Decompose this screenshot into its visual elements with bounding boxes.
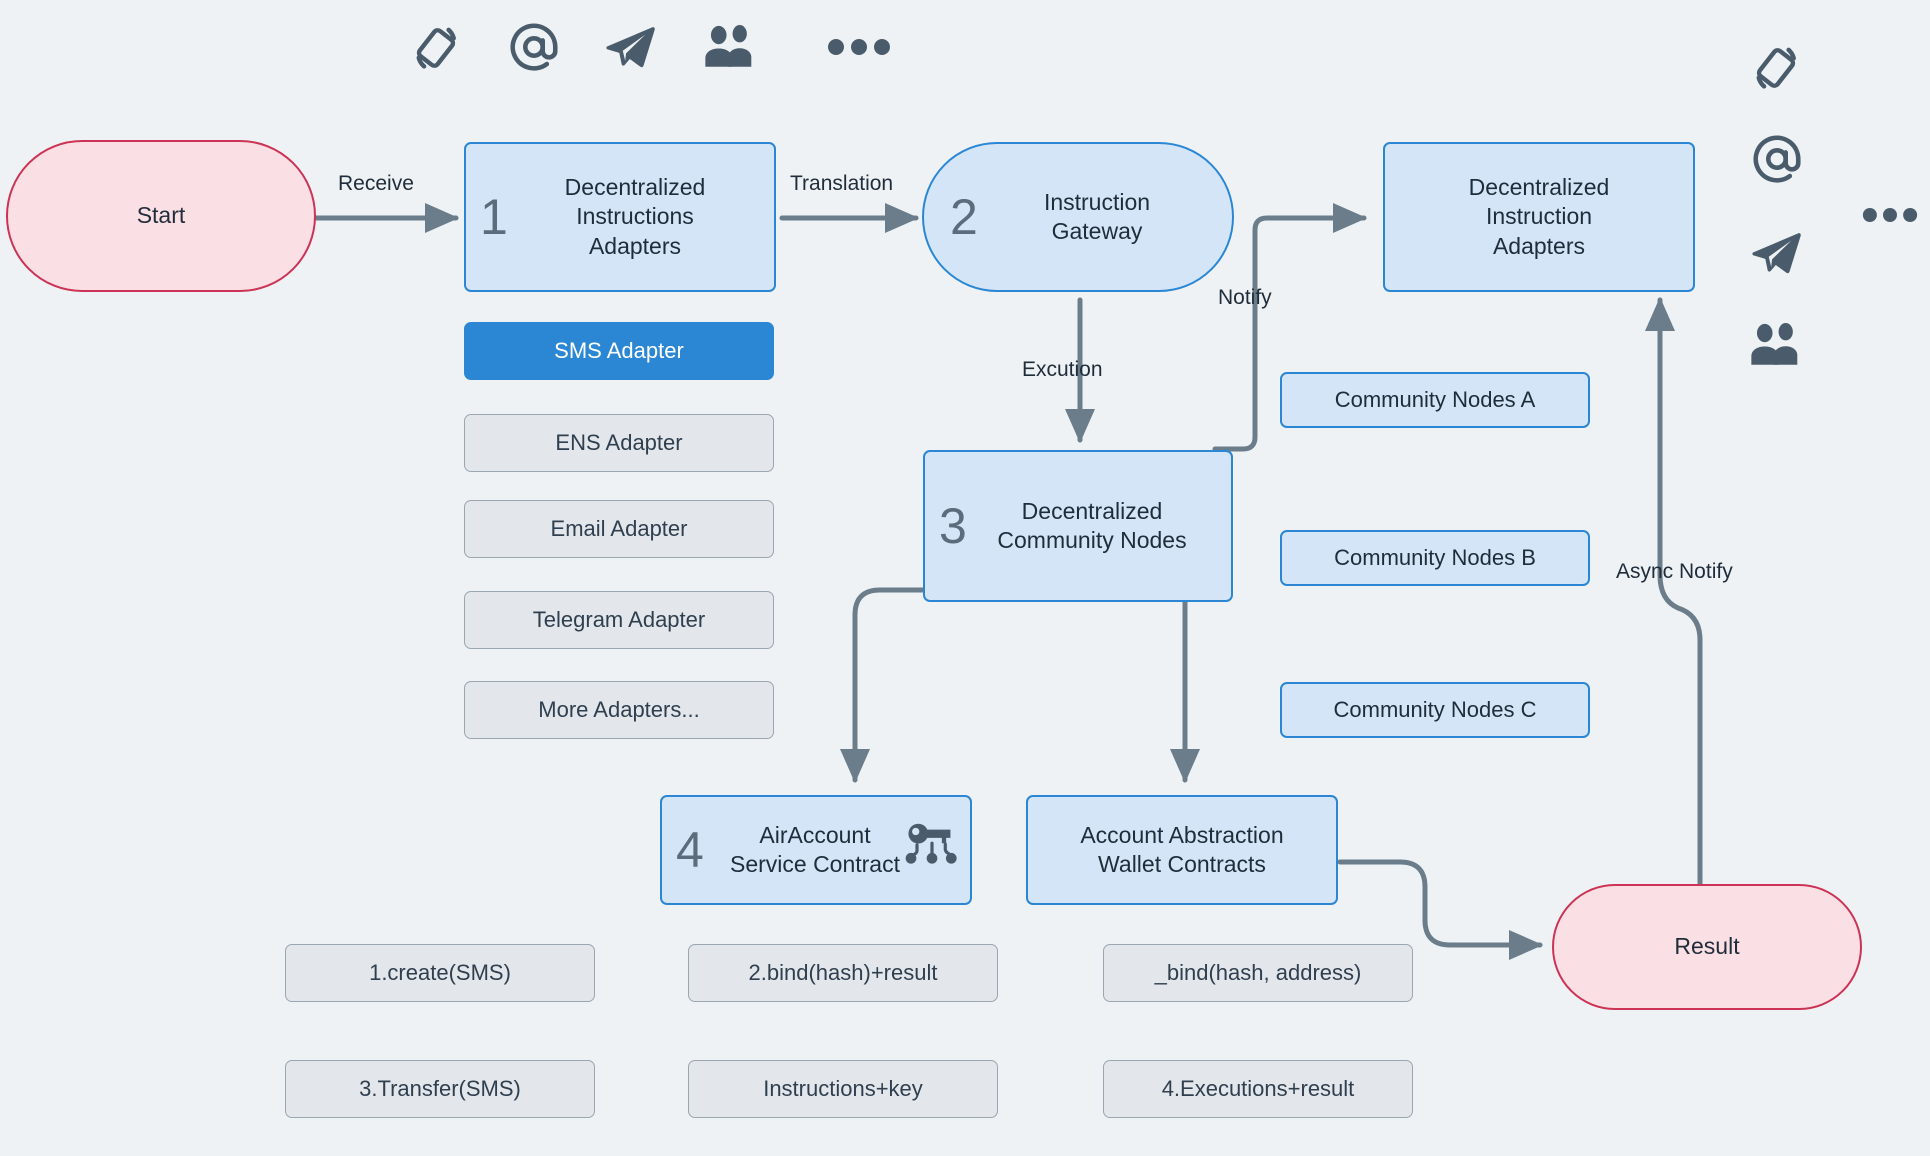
telegram-plane-icon [1748,226,1804,282]
node-airaccount-service-contract[interactable]: 4 AirAccount Service Contract [660,795,972,905]
call-label-text: 1.create(SMS) [369,959,511,985]
edge-label-async-notify: Async Notify [1616,560,1733,583]
node-instruction-gateway[interactable]: 2 Instruction Gateway [922,142,1234,292]
edge-result-async-notify [1644,296,1703,903]
adapter-item-label: ENS Adapter [555,429,683,455]
step-number-2: 2 [950,189,978,245]
community-node-a[interactable]: Community Nodes A [1280,372,1590,428]
node-instruction-adapters-out-label: Decentralized Instruction Adapters [1468,173,1610,259]
community-people-icon [700,20,758,76]
call-label-bind-hash-address: _bind(hash, address) [1103,944,1413,1002]
step-number-1: 1 [480,189,508,245]
edge-wallet-to-result [1337,859,1544,960]
adapter-item-sms[interactable]: SMS Adapter [464,322,774,380]
community-node-c[interactable]: Community Nodes C [1280,682,1590,738]
edge-label-receive: Receive [338,172,414,195]
node-start[interactable]: Start [6,140,316,292]
node-decentralized-community-nodes[interactable]: 3 Decentralized Community Nodes [923,450,1233,602]
community-node-b[interactable]: Community Nodes B [1280,530,1590,586]
node-wallet-contracts-label: Account Abstraction Wallet Contracts [1080,821,1284,877]
node-result[interactable]: Result [1552,884,1862,1010]
node-community-nodes-label: Decentralized Community Nodes [997,497,1187,553]
community-node-label: Community Nodes B [1334,544,1536,570]
adapter-item-email[interactable]: Email Adapter [464,500,774,558]
node-account-abstraction-wallet-contracts[interactable]: Account Abstraction Wallet Contracts [1026,795,1338,905]
community-node-label: Community Nodes C [1333,696,1537,722]
more-dots-icon [827,36,891,58]
call-label-text: Instructions+key [763,1075,923,1101]
step-number-4: 4 [676,822,704,878]
adapter-item-ens[interactable]: ENS Adapter [464,414,774,472]
call-label-transfer-sms: 3.Transfer(SMS) [285,1060,595,1118]
call-label-bind-hash-result: 2.bind(hash)+result [688,944,998,1002]
call-label-text: 4.Executions+result [1161,1075,1355,1101]
call-label-instructions-key: Instructions+key [688,1060,998,1118]
sms-rotate-icon [408,20,464,76]
adapter-item-more[interactable]: More Adapters... [464,681,774,739]
call-label-create-sms: 1.create(SMS) [285,944,595,1002]
adapter-item-label: Telegram Adapter [532,606,706,632]
key-share-icon [902,816,962,883]
at-sign-icon [1748,130,1806,188]
node-decentralized-instruction-adapters-out[interactable]: Decentralized Instruction Adapters [1383,142,1695,292]
sms-rotate-icon [1748,40,1804,96]
edge-community-to-airaccount [840,587,963,784]
adapter-item-label: SMS Adapter [554,337,684,363]
step-number-3: 3 [939,498,967,554]
call-label-text: 2.bind(hash)+result [748,959,938,985]
node-start-label: Start [136,202,186,229]
node-decentralized-instructions-adapters[interactable]: 1 Decentralized Instructions Adapters [464,142,776,292]
more-dots-icon [1862,205,1918,225]
community-people-icon [1746,318,1804,374]
community-node-label: Community Nodes A [1334,386,1536,412]
adapter-item-label: More Adapters... [538,696,700,722]
node-gateway-label: Instruction Gateway [1043,188,1151,244]
call-label-text: 3.Transfer(SMS) [359,1075,521,1101]
node-airaccount-label: AirAccount Service Contract [729,821,900,877]
at-sign-icon [505,18,563,76]
node-adapters-label: Decentralized Instructions Adapters [564,173,706,259]
edge-label-excution: Excution [1022,358,1103,381]
adapter-item-telegram[interactable]: Telegram Adapter [464,591,774,649]
edge-label-translation: Translation [790,172,894,195]
telegram-plane-icon [602,20,658,76]
call-label-executions-result: 4.Executions+result [1103,1060,1413,1118]
adapter-item-label: Email Adapter [550,515,688,541]
node-result-label: Result [1674,933,1740,960]
call-label-text: _bind(hash, address) [1154,959,1362,985]
edge-label-notify: Notify [1218,286,1272,309]
